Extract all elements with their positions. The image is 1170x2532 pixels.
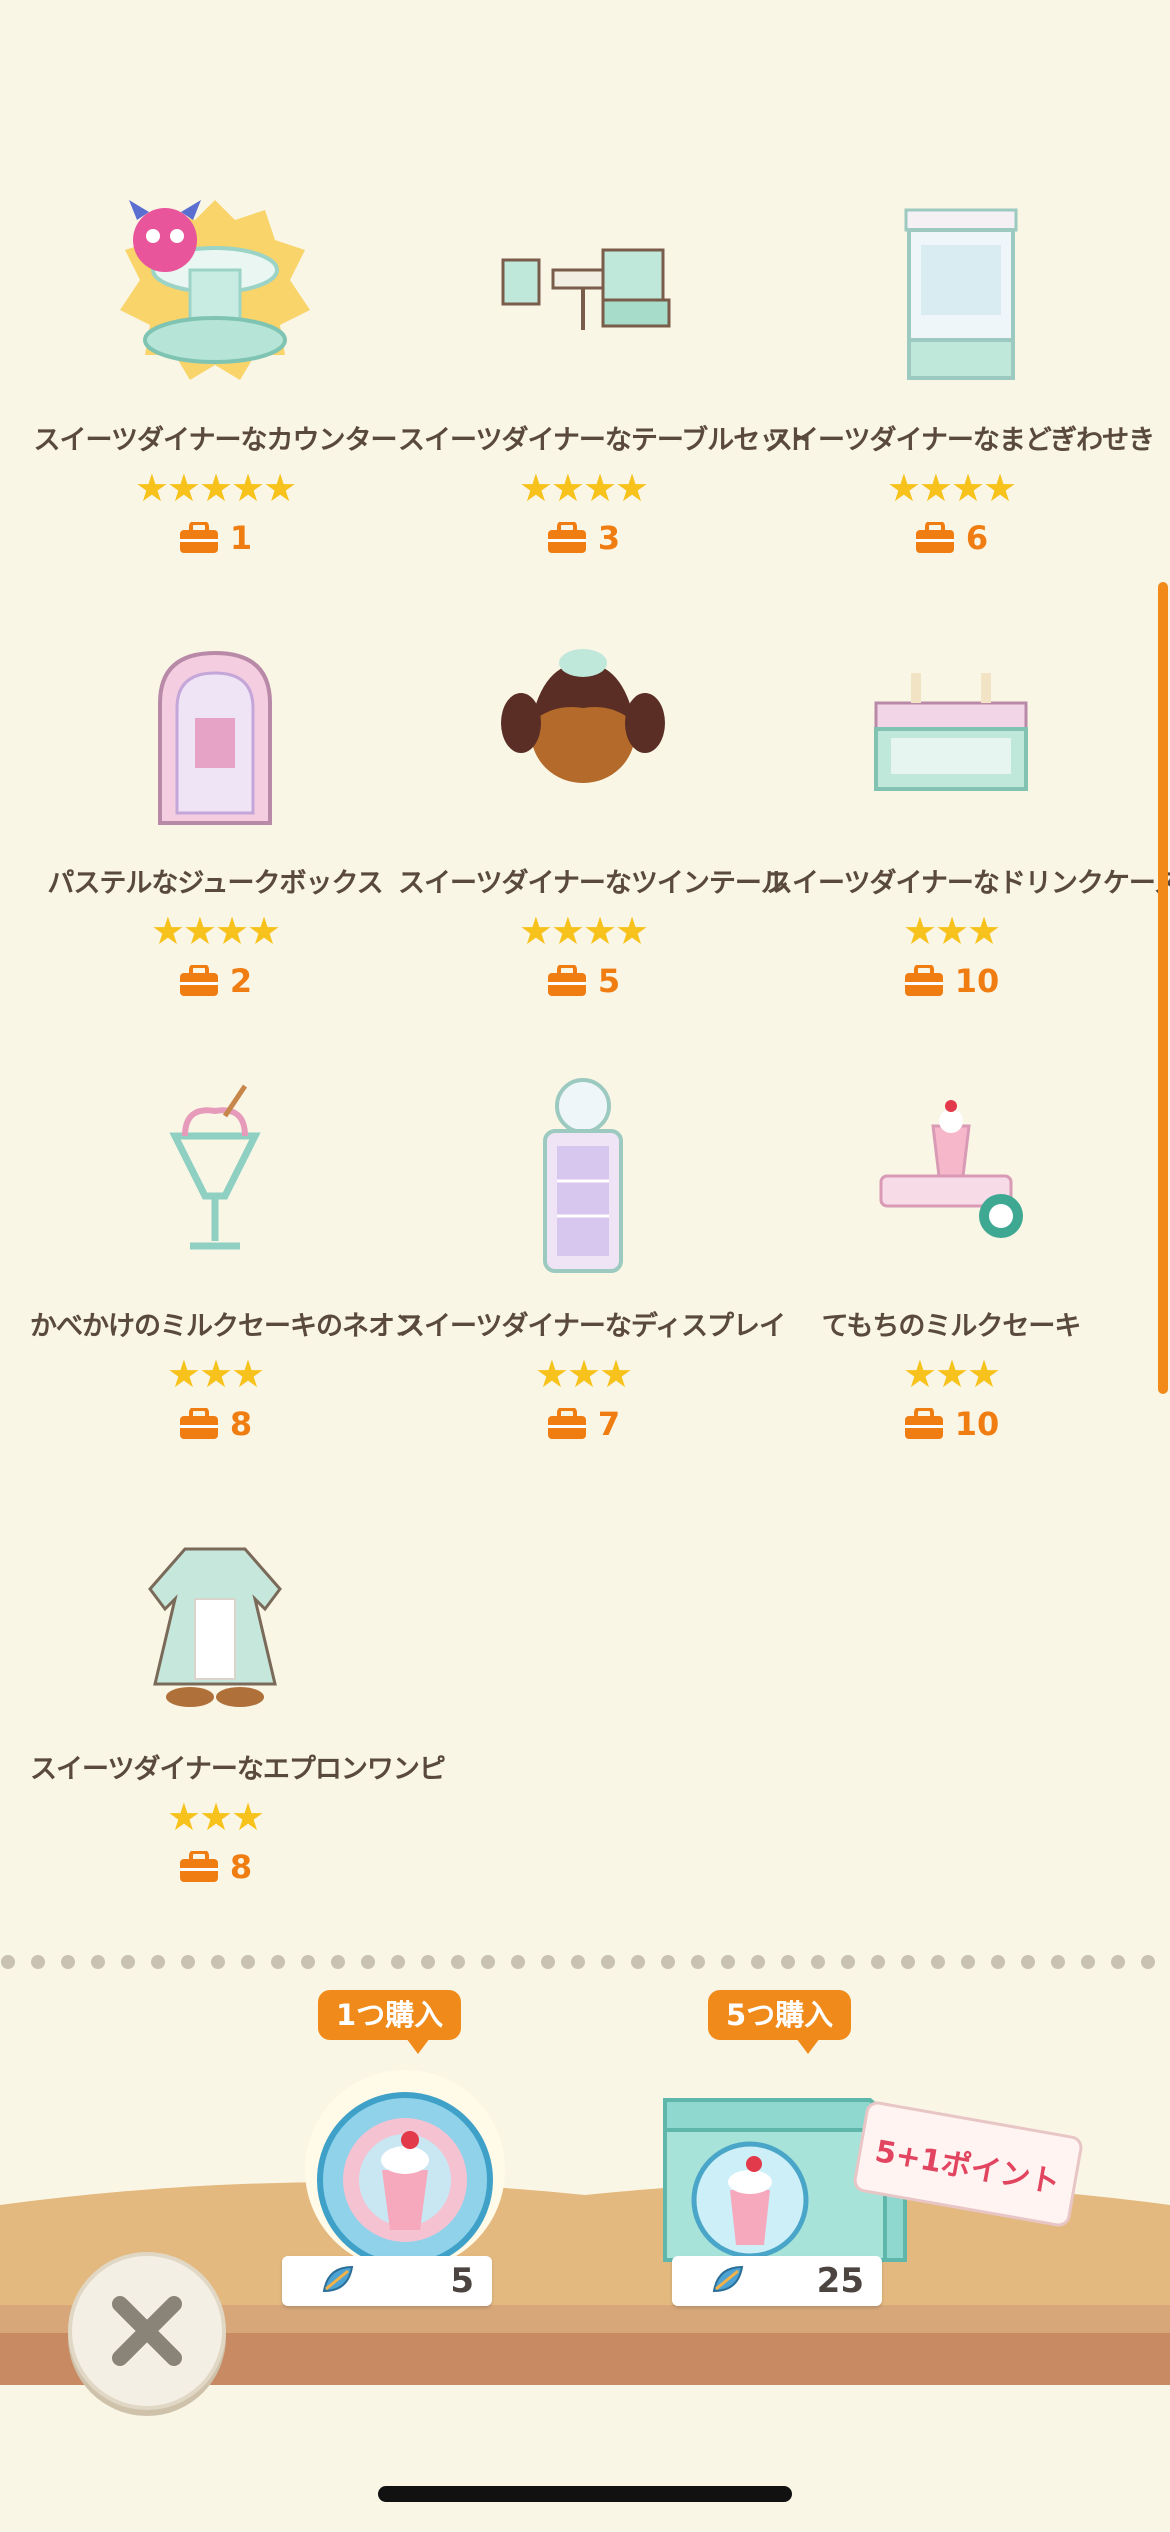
item-name: てもちのミルクセーキ bbox=[821, 1311, 1082, 1342]
bag-icon bbox=[547, 522, 586, 553]
bag-icon bbox=[179, 965, 218, 996]
item-card[interactable]: スイーツダイナーなテーブルセット ★★★★ 3 bbox=[398, 190, 812, 610]
count-value: 10 bbox=[954, 962, 1000, 1000]
buy-five-label: 5つ購入 bbox=[708, 1990, 852, 2054]
scrollbar[interactable] bbox=[1158, 582, 1168, 1394]
owned-count: 10 bbox=[766, 959, 1136, 1003]
bundle-price-tag[interactable]: 25 bbox=[672, 2256, 882, 2306]
rarity-stars: ★★★★ bbox=[150, 909, 281, 953]
rarity-stars: ★★★ bbox=[534, 1352, 633, 1396]
bag-icon bbox=[179, 1851, 218, 1882]
owned-count: 10 bbox=[766, 1402, 1136, 1446]
milkshake-neon-icon bbox=[169, 1084, 261, 1250]
apron-dress-icon bbox=[148, 1547, 282, 1707]
home-indicator[interactable] bbox=[378, 2486, 792, 2502]
table-set-icon bbox=[501, 248, 671, 330]
bonus-points-text: 5+1ポイント bbox=[872, 2133, 1063, 2201]
count-value: 6 bbox=[965, 519, 989, 557]
buy-one-label: 1つ購入 bbox=[318, 1990, 462, 2054]
item-name: かべかけのミルクセーキのネオン bbox=[30, 1311, 421, 1342]
item-name: スイーツダイナーなテーブルセット bbox=[398, 425, 812, 456]
owned-count: 8 bbox=[30, 1845, 400, 1889]
drink-case-icon bbox=[874, 673, 1028, 791]
bag-icon bbox=[904, 1408, 943, 1439]
single-price-tag[interactable]: 5 bbox=[282, 2256, 492, 2306]
dotted-divider bbox=[1, 1955, 1155, 1969]
count-value: 3 bbox=[597, 519, 621, 557]
twintail-hair-icon bbox=[501, 649, 665, 783]
item-name: スイーツダイナーなドリンクケース bbox=[766, 868, 1170, 899]
count-value: 5 bbox=[597, 962, 621, 1000]
handheld-milkshake-icon bbox=[879, 1100, 1023, 1238]
single-price: 5 bbox=[450, 2261, 474, 2301]
bag-icon bbox=[179, 1408, 218, 1439]
owned-count: 5 bbox=[398, 959, 768, 1003]
owned-count: 3 bbox=[398, 516, 768, 560]
item-name: スイーツダイナーなカウンター bbox=[33, 425, 398, 456]
rarity-stars: ★★★★ bbox=[518, 466, 649, 510]
item-name: スイーツダイナーなエプロンワンピ bbox=[30, 1754, 446, 1785]
rarity-stars: ★★★ bbox=[902, 909, 1001, 953]
item-name: スイーツダイナーなツインテール bbox=[398, 868, 788, 899]
display-case-icon bbox=[543, 1078, 623, 1273]
item-card[interactable]: てもちのミルクセーキ ★★★ 10 bbox=[766, 1076, 1136, 1496]
item-card[interactable]: スイーツダイナーなまどぎわせき ★★★★ 6 bbox=[766, 190, 1155, 610]
single-capsule-icon[interactable] bbox=[270, 2060, 540, 2270]
owned-count: 8 bbox=[30, 1402, 400, 1446]
owned-count: 2 bbox=[30, 959, 400, 1003]
jukebox-icon bbox=[158, 650, 272, 825]
item-card[interactable]: パステルなジュークボックス ★★★★ 2 bbox=[30, 633, 400, 1053]
item-card[interactable]: スイーツダイナーなディスプレイ ★★★ 7 bbox=[398, 1076, 786, 1496]
item-name: パステルなジュークボックス bbox=[47, 868, 383, 899]
count-value: 8 bbox=[229, 1848, 253, 1886]
close-button[interactable] bbox=[68, 2252, 226, 2410]
bag-icon bbox=[547, 965, 586, 996]
count-value: 10 bbox=[954, 1405, 1000, 1443]
rarity-stars: ★★★★ bbox=[518, 909, 649, 953]
item-name: スイーツダイナーなディスプレイ bbox=[398, 1311, 786, 1342]
bundle-price: 25 bbox=[816, 2261, 864, 2301]
counter-icon bbox=[120, 200, 310, 380]
bag-icon bbox=[904, 965, 943, 996]
count-value: 1 bbox=[229, 519, 253, 557]
rarity-stars: ★★★★★ bbox=[134, 466, 297, 510]
owned-count: 6 bbox=[766, 516, 1136, 560]
rarity-stars: ★★★ bbox=[902, 1352, 1001, 1396]
leaf-ticket-icon bbox=[712, 2265, 744, 2293]
rarity-stars: ★★★ bbox=[166, 1352, 265, 1396]
item-card[interactable]: スイーツダイナーなツインテール ★★★★ 5 bbox=[398, 633, 788, 1053]
count-value: 2 bbox=[229, 962, 253, 1000]
bag-icon bbox=[915, 522, 954, 553]
rarity-stars: ★★★ bbox=[166, 1795, 265, 1839]
count-value: 7 bbox=[597, 1405, 621, 1443]
close-icon bbox=[112, 2296, 182, 2366]
owned-count: 7 bbox=[398, 1402, 768, 1446]
bag-icon bbox=[547, 1408, 586, 1439]
item-name: スイーツダイナーなまどぎわせき bbox=[766, 425, 1155, 456]
item-card[interactable]: スイーツダイナーなカウンター ★★★★★ 1 bbox=[30, 190, 400, 610]
rarity-stars: ★★★★ bbox=[886, 466, 1017, 510]
leaf-ticket-icon bbox=[322, 2265, 354, 2293]
item-card[interactable]: スイーツダイナーなエプロンワンピ ★★★ 8 bbox=[30, 1519, 446, 1939]
bag-icon bbox=[179, 522, 218, 553]
count-value: 8 bbox=[229, 1405, 253, 1443]
item-card[interactable]: スイーツダイナーなドリンクケース ★★★ 10 bbox=[766, 633, 1170, 1053]
owned-count: 1 bbox=[30, 516, 400, 560]
item-card[interactable]: かべかけのミルクセーキのネオン ★★★ 8 bbox=[30, 1076, 421, 1496]
window-seat-icon bbox=[904, 208, 1018, 380]
